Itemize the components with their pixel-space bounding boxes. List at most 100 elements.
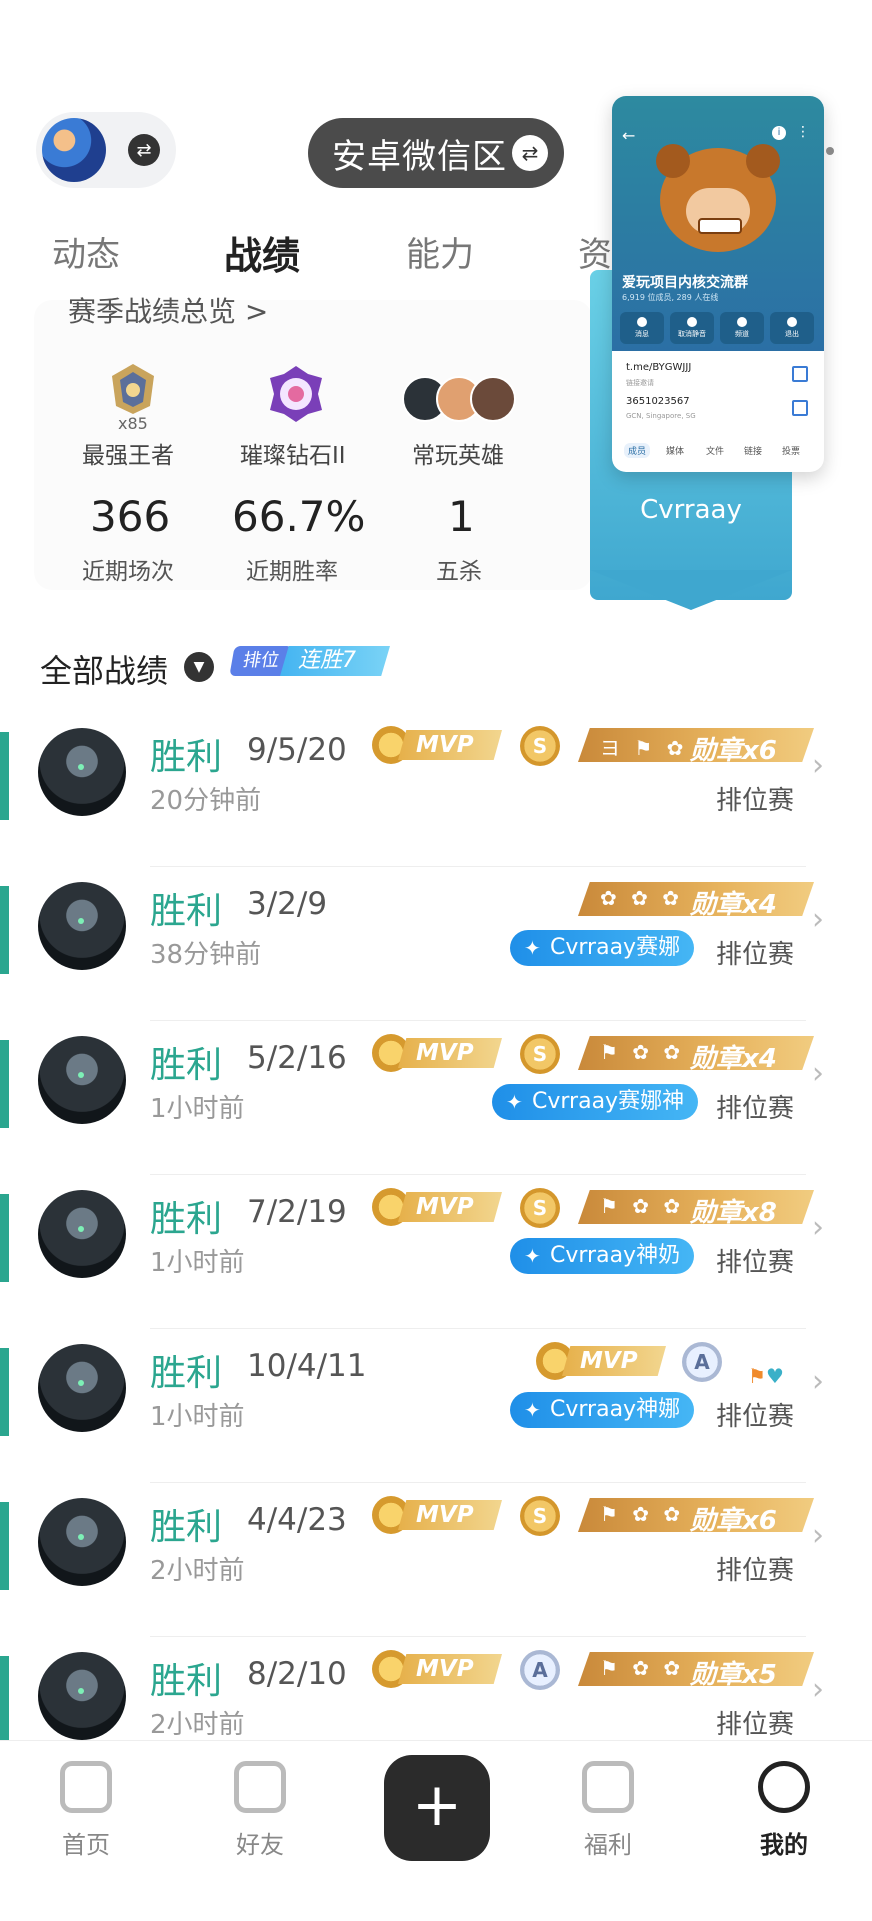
recent-matches-label: 近期场次 (82, 559, 174, 585)
group-subtitle: 6,919 位成员, 289 人在线 (622, 293, 719, 302)
match-mode: 排位赛 (716, 786, 795, 816)
group-tab-files[interactable]: 文件 (706, 444, 724, 457)
group-tab-polls[interactable]: 投票 (782, 444, 800, 457)
season-overview-link[interactable]: 赛季战绩总览 > (68, 290, 268, 330)
match-row[interactable]: 胜利 3/2/9 ✿ ✿ ✿ 勋章x4 38分钟前 ✦ Cvrraay赛娜 排位赛 … (0, 868, 872, 1022)
group-tabs: 成员 媒体 文件 链接 投票 (620, 442, 816, 462)
grade-badge: S (520, 726, 560, 766)
match-time: 2小时前 (150, 1556, 245, 1586)
bear-ear-right (746, 144, 780, 178)
hero-avatar (38, 882, 126, 970)
qr-icon[interactable] (792, 366, 808, 382)
row-divider (150, 1328, 806, 1329)
ribbon-player-name: Cvrraay (640, 495, 742, 525)
match-result: 胜利 (150, 737, 223, 778)
match-result: 胜利 (150, 1199, 223, 1240)
grade-badge: A (682, 1342, 722, 1382)
match-row[interactable]: 胜利 5/2/16 MVP S ⚑ ✿ ✿ 勋章x4 1小时前 ✦ Cvrraay赛… (0, 1022, 872, 1176)
swap-account-icon[interactable]: ⇄ (128, 134, 160, 166)
nav-me-label: 我的 (760, 1831, 808, 1859)
scroll-indicator (826, 147, 834, 155)
group-header: ← i ⋮ 爱玩项目内核交流群 6,919 位成员, 289 人在线 消息 取消… (612, 96, 824, 351)
win-rate-value: 66.7% (232, 492, 366, 541)
group-action-unmute[interactable]: 取消静音 (670, 312, 714, 344)
match-result: 胜利 (150, 1045, 223, 1086)
match-row[interactable]: 胜利 7/2/19 MVP S ⚑ ✿ ✿ 勋章x8 1小时前 ✦ Cvrraay神… (0, 1176, 872, 1330)
title-badge: ✦ Cvrraay神娜 (510, 1392, 695, 1428)
swap-icon: ⇄ (512, 135, 548, 171)
all-records-title[interactable]: 全部战绩 (40, 646, 168, 692)
match-mode: 排位赛 (716, 1402, 795, 1432)
group-invite-sub: 链接邀请 (626, 379, 654, 387)
row-divider (150, 1482, 806, 1483)
group-invite-link[interactable]: t.me/BYGWJJJ (626, 362, 691, 373)
nav-welfare[interactable]: 福利 (548, 1761, 668, 1860)
match-row[interactable]: 胜利 4/4/23 MVP S ⚑ ✿ ✿ 勋章x6 2小时前 排位赛 › (0, 1484, 872, 1638)
group-location: GCN, Singapore, SG (626, 412, 696, 420)
chevron-right-icon: › (812, 1364, 824, 1399)
favorite-heroes[interactable] (402, 374, 520, 422)
tab-ability[interactable]: 能力 (406, 227, 474, 276)
ribbon-tip (590, 570, 792, 610)
grade-badge: S (520, 1034, 560, 1074)
plus-button[interactable]: + (384, 1755, 490, 1861)
back-arrow-icon[interactable]: ← (622, 126, 635, 145)
match-row[interactable]: 胜利 10/4/11 MVP A ⚑♥ 1小时前 ✦ Cvrraay神娜 排位赛 … (0, 1330, 872, 1484)
calendar-icon[interactable] (792, 400, 808, 416)
tab-assets[interactable]: 资 (578, 227, 612, 276)
match-kda: 10/4/11 (247, 1348, 367, 1384)
hero-avatar (38, 1498, 126, 1586)
tab-dynamic[interactable]: 动态 (52, 227, 120, 276)
more-icon[interactable]: ⋮ (796, 124, 810, 140)
result-bar (0, 1502, 9, 1590)
floating-group-card[interactable]: ← i ⋮ 爱玩项目内核交流群 6,919 位成员, 289 人在线 消息 取消… (612, 96, 824, 472)
group-tab-links[interactable]: 链接 (744, 444, 762, 457)
nav-home[interactable]: 首页 (26, 1761, 146, 1860)
medal-badge: ヨ ⚑ ✿ 勋章x6 (578, 728, 814, 762)
hero-avatar (38, 1344, 126, 1432)
group-action-message[interactable]: 消息 (620, 312, 664, 344)
king-rank-icon (106, 362, 160, 416)
match-kda: 7/2/19 (247, 1194, 347, 1230)
group-id[interactable]: 3651023567 (626, 396, 690, 407)
nav-me[interactable]: 我的 (724, 1761, 844, 1860)
streak-text: 连胜7 (280, 646, 390, 676)
nav-friends-label: 好友 (236, 1831, 284, 1859)
mvp-badge: MVP (536, 1340, 666, 1382)
result-bar (0, 732, 9, 820)
tab-records[interactable]: 战绩 (224, 225, 300, 280)
avatar[interactable] (42, 118, 106, 182)
result-bar (0, 1348, 9, 1436)
group-action-leave[interactable]: 退出 (770, 312, 814, 344)
group-tab-media[interactable]: 媒体 (666, 444, 684, 457)
match-mode: 排位赛 (716, 940, 795, 970)
medal-badge: ✿ ✿ ✿ 勋章x4 (578, 882, 814, 916)
chevron-right-icon: › (812, 748, 824, 783)
bear-ear-left (656, 144, 690, 178)
nav-friends[interactable]: 好友 (200, 1761, 320, 1860)
title-badge: ✦ Cvrraay赛娜 (510, 930, 695, 966)
group-tab-members[interactable]: 成员 (624, 443, 651, 458)
win-rate-label: 近期胜率 (246, 559, 338, 585)
group-action-channel[interactable]: 频道 (720, 312, 764, 344)
match-row[interactable]: 胜利 9/5/20 MVP S ヨ ⚑ ✿ 勋章x6 20分钟前 排位赛 › (0, 714, 872, 868)
gift-icon (582, 1761, 634, 1813)
row-divider (150, 1174, 806, 1175)
match-time: 20分钟前 (150, 786, 262, 816)
info-icon[interactable]: i (772, 126, 786, 140)
match-mode: 排位赛 (716, 1556, 795, 1586)
match-kda: 3/2/9 (247, 886, 328, 922)
recent-matches-value: 366 (90, 492, 171, 541)
chat-icon (234, 1761, 286, 1813)
medal-badge: ⚑ ✿ ✿ 勋章x4 (578, 1036, 814, 1070)
match-time: 38分钟前 (150, 940, 262, 970)
medal-badge: ⚑ ✿ ✿ 勋章x6 (578, 1498, 814, 1532)
title-badge: ✦ Cvrraay神奶 (510, 1238, 695, 1274)
region-switch-button[interactable]: 安卓微信区 ⇄ (308, 118, 564, 188)
medal-badge: ⚑ ✿ ✿ 勋章x5 (578, 1652, 814, 1686)
region-label: 安卓微信区 (332, 136, 507, 177)
chevron-right-icon: › (812, 1672, 824, 1707)
match-time: 2小时前 (150, 1710, 245, 1740)
match-result: 胜利 (150, 891, 223, 932)
chevron-down-icon[interactable]: ▼ (184, 652, 214, 682)
